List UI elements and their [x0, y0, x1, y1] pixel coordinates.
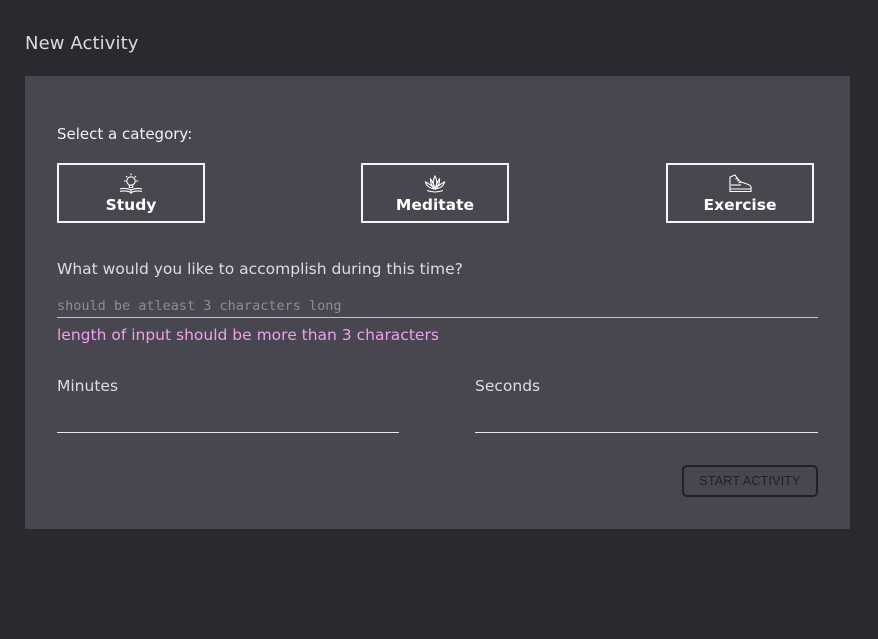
seconds-input[interactable] — [475, 406, 818, 433]
category-label: Select a category: — [57, 125, 193, 143]
start-activity-button[interactable]: START ACTIVITY — [682, 465, 818, 497]
category-study-label: Study — [105, 195, 157, 214]
category-study-button[interactable]: Study — [57, 163, 205, 223]
category-meditate-label: Meditate — [395, 195, 475, 214]
page-title: New Activity — [25, 33, 139, 54]
category-exercise-label: Exercise — [703, 195, 777, 214]
goal-question-label: What would you like to accomplish during… — [57, 260, 463, 278]
new-activity-form: Select a category: Study Meditate Exerci… — [25, 76, 850, 529]
category-meditate-button[interactable]: Meditate — [361, 163, 509, 223]
lightbulb-book-icon — [119, 173, 143, 194]
goal-error-message: length of input should be more than 3 ch… — [57, 326, 439, 344]
goal-input[interactable] — [57, 295, 818, 318]
category-exercise-button[interactable]: Exercise — [666, 163, 814, 223]
minutes-label: Minutes — [57, 377, 119, 395]
seconds-label: Seconds — [475, 377, 541, 395]
lotus-icon — [424, 174, 446, 193]
minutes-input[interactable] — [57, 406, 399, 433]
sneaker-icon — [729, 173, 752, 192]
